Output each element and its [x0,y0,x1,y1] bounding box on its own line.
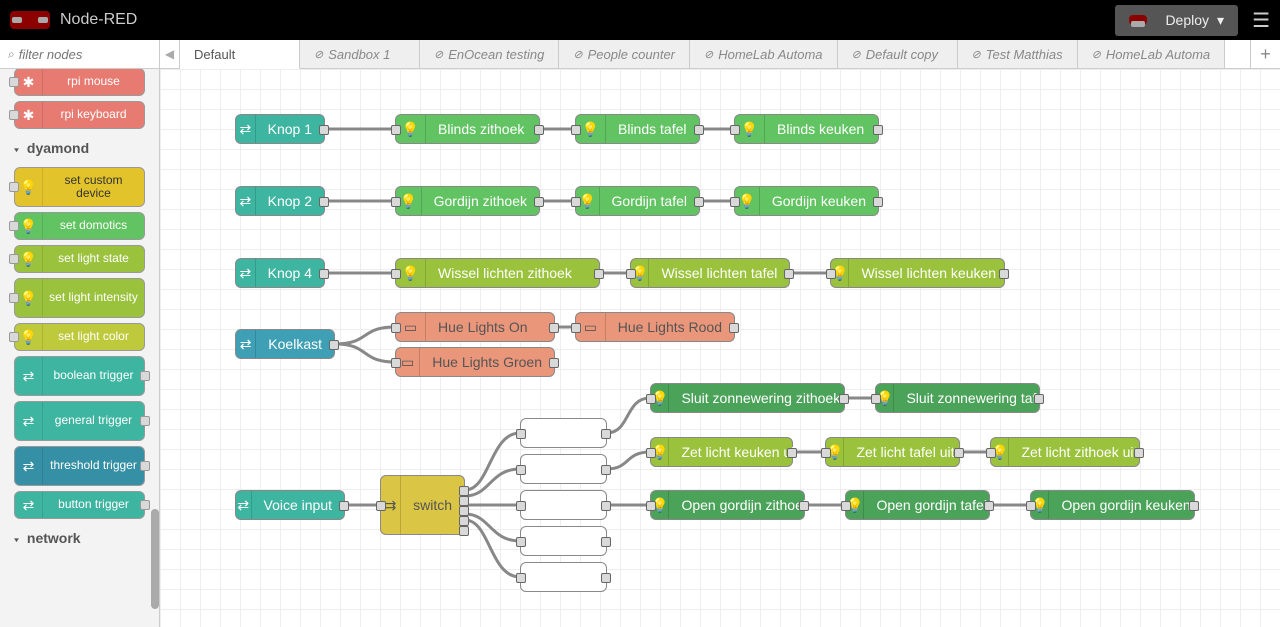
node-zet-zithoek[interactable]: 💡Zet licht zithoek uit [990,437,1140,467]
bulb-icon: 💡 [15,213,43,239]
node-gordijn-tafel[interactable]: 💡Gordijn tafel [575,186,700,216]
chevron-down-icon: ▾ [1217,12,1224,29]
node-blinds-tafel[interactable]: 💡Blinds tafel [575,114,700,144]
split-icon: ⇄ [236,259,256,287]
tab-sandbox[interactable]: ⊘Sandbox 1 [300,40,420,68]
tab-homelab1[interactable]: ⊘HomeLab Automa [690,40,838,68]
node-wissel-zithoek[interactable]: 💡Wissel lichten zithoek [395,258,600,288]
filter-input[interactable] [19,47,151,62]
split-icon: ⇄ [236,115,256,143]
split-icon: ⇄ [15,402,43,440]
palette-node-rpi-mouse[interactable]: ✱rpi mouse [14,69,145,96]
header-bar: Node-RED Deploy ▾ ☰ [0,0,1280,40]
palette-node-general-trigger[interactable]: ⇄general trigger [14,401,145,441]
disabled-icon: ⊘ [314,48,323,61]
node-knop2[interactable]: ⇄Knop 2 [235,186,325,216]
raspberry-icon: ✱ [15,69,43,95]
bulb-icon: 💡 [15,324,43,350]
node-gordijn-keuken[interactable]: 💡Gordijn keuken [734,186,879,216]
disabled-icon: ⊘ [972,48,981,61]
node-knop1[interactable]: ⇄Knop 1 [235,114,325,144]
collapse-palette-button[interactable]: ◀ [160,40,180,68]
search-icon: ⌕ [8,47,15,62]
palette-node-set-custom-device[interactable]: 💡set custom device [14,167,145,207]
split-icon: ⇄ [15,357,43,395]
split-icon: ⇄ [15,447,43,485]
palette-node-button-trigger[interactable]: ⇄button trigger [14,491,145,519]
filter-row: ⌕ [0,40,159,69]
deploy-label: Deploy [1165,12,1209,28]
node-dad[interactable]: dad [520,490,607,520]
node-child1[interactable]: child 1 [520,526,607,556]
deploy-button[interactable]: Deploy ▾ [1115,5,1238,36]
palette-node-set-light-intensity[interactable]: 💡set light intensity [14,278,145,318]
node-mom[interactable]: mom [520,454,607,484]
split-icon: ⇄ [236,187,256,215]
node-open-zithoek[interactable]: 💡Open gordijn zithoek [650,490,805,520]
tab-add-button[interactable]: + [1250,40,1280,68]
node-switch[interactable]: ⇉switch [380,475,465,535]
palette-node-set-light-state[interactable]: 💡set light state [14,245,145,273]
node-open-tafel[interactable]: 💡Open gordijn tafel [845,490,990,520]
tab-bar: ◀ Default ⊘Sandbox 1 ⊘EnOcean testing ⊘P… [160,40,1280,69]
app-title: Node-RED [60,11,1115,29]
deploy-icon [1129,15,1147,25]
split-icon: ⇄ [236,330,256,358]
workspace: ◀ Default ⊘Sandbox 1 ⊘EnOcean testing ⊘P… [160,40,1280,627]
split-icon: ⇄ [15,492,43,518]
node-open-keuken[interactable]: 💡Open gordijn keuken [1030,490,1195,520]
bulb-icon: 💡 [15,246,43,272]
tab-homelab2[interactable]: ⊘HomeLab Automa [1078,40,1226,68]
category-network[interactable]: network [4,524,155,552]
disabled-icon: ⊘ [434,48,443,61]
disabled-icon: ⊘ [573,48,582,61]
disabled-icon: ⊘ [852,48,861,61]
disabled-icon: ⊘ [1092,48,1101,61]
disabled-icon: ⊘ [704,48,713,61]
palette-node-set-light-color[interactable]: 💡set light color [14,323,145,351]
node-blinds-zithoek[interactable]: 💡Blinds zithoek [395,114,540,144]
palette-node-set-domotics[interactable]: 💡set domotics [14,212,145,240]
tab-defaultcopy[interactable]: ⊘Default copy [838,40,958,68]
node-me[interactable]: me [520,418,607,448]
raspberry-icon: ✱ [15,102,43,128]
palette-panel: ⌕ ✱rpi mouse ✱rpi keyboard dyamond 💡set … [0,40,160,627]
split-icon: ⇄ [236,491,252,519]
node-knop4[interactable]: ⇄Knop 4 [235,258,325,288]
node-gordijn-zithoek[interactable]: 💡Gordijn zithoek [395,186,540,216]
node-sluit-zithoek[interactable]: 💡Sluit zonnewering zithoek [650,383,845,413]
tab-people[interactable]: ⊘People counter [559,40,690,68]
scrollbar[interactable] [151,509,159,609]
node-voice-input[interactable]: ⇄Voice input [235,490,345,520]
bulb-icon: 💡 [15,279,43,317]
node-child2[interactable]: child 2 [520,562,607,592]
node-zet-keuken[interactable]: 💡Zet licht keuken uit [650,437,793,467]
node-koelkast[interactable]: ⇄Koelkast [235,329,335,359]
node-sluit-tafel[interactable]: 💡Sluit zonnewering tafel [875,383,1040,413]
app-logo [10,11,50,29]
palette-node-boolean-trigger[interactable]: ⇄boolean trigger [14,356,145,396]
menu-icon[interactable]: ☰ [1252,8,1270,33]
palette-node-threshold-trigger[interactable]: ⇄threshold trigger [14,446,145,486]
flow-canvas[interactable]: ⇄Knop 1 💡Blinds zithoek 💡Blinds tafel 💡B… [160,69,1280,627]
node-hue-on[interactable]: ▭Hue Lights On [395,312,555,342]
tab-enocean[interactable]: ⊘EnOcean testing [420,40,559,68]
tab-matthias[interactable]: ⊘Test Matthias [958,40,1078,68]
node-wissel-keuken[interactable]: 💡Wissel lichten keuken [830,258,1005,288]
tab-default[interactable]: Default [180,40,300,69]
node-wissel-tafel[interactable]: 💡Wissel lichten tafel [630,258,790,288]
palette-node-rpi-keyboard[interactable]: ✱rpi keyboard [14,101,145,129]
bulb-icon: 💡 [15,168,43,206]
category-dyamond[interactable]: dyamond [4,134,155,162]
node-zet-tafel[interactable]: 💡Zet licht tafel uit [825,437,960,467]
node-hue-rood[interactable]: ▭Hue Lights Rood [575,312,735,342]
node-hue-groen[interactable]: ▭Hue Lights Groen [395,347,555,377]
node-blinds-keuken[interactable]: 💡Blinds keuken [734,114,879,144]
